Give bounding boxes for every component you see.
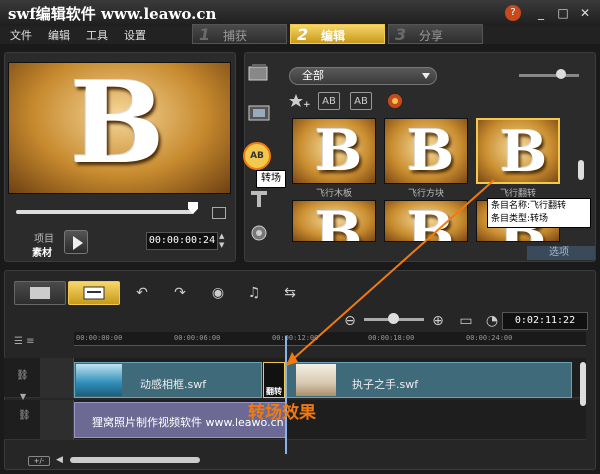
add-track-button[interactable]: +/- [28,456,50,466]
scroll-left-icon[interactable]: ◀ [56,455,63,465]
timeline-horizontal-scrollbar[interactable] [70,457,200,463]
timeline-vertical-scrollbar[interactable] [580,362,586,406]
annotation-label: 转场效果 [248,403,316,423]
